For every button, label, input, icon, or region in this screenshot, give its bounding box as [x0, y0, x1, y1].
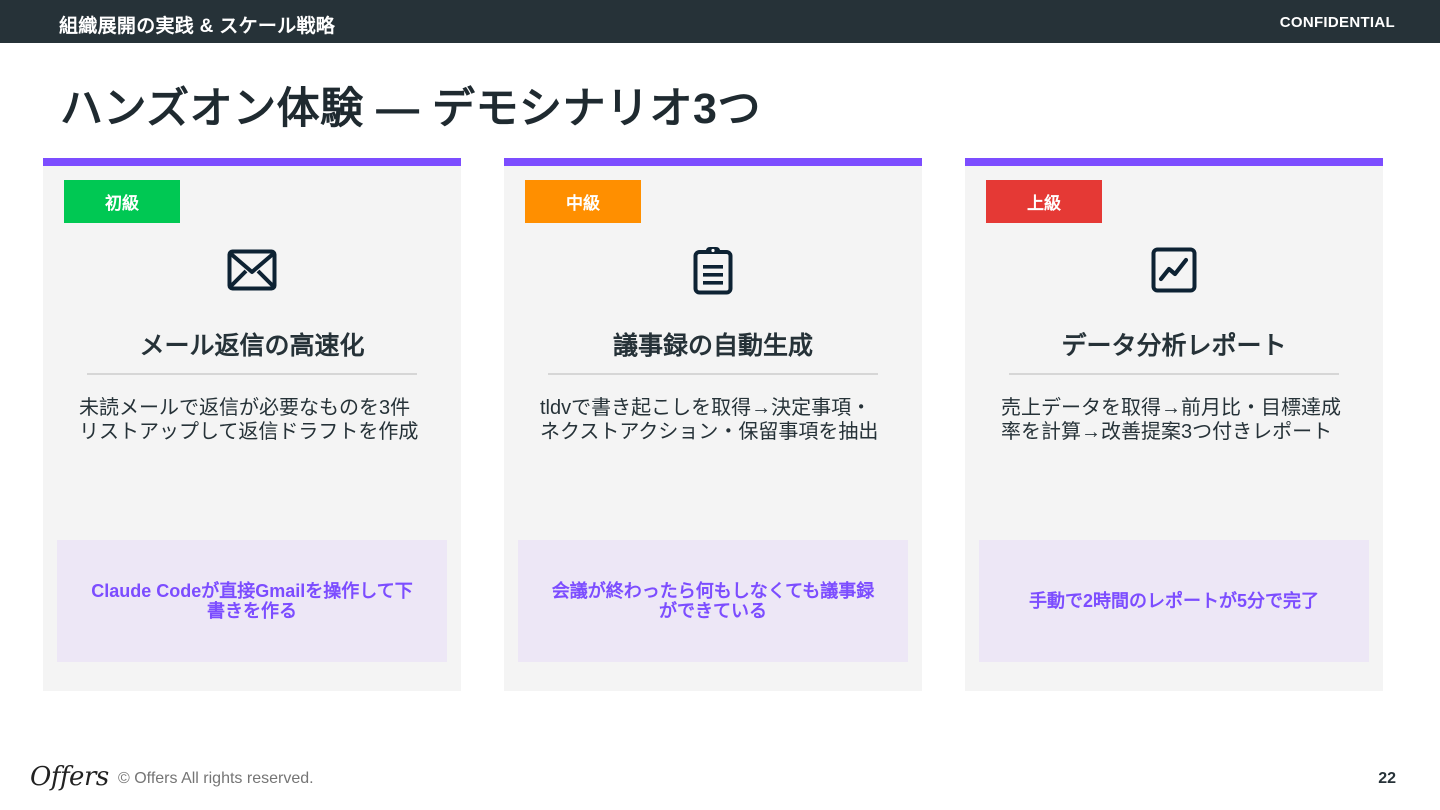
card-result-text: Claude Codeが直接Gmailを操作して下書きを作る [91, 581, 413, 621]
page-number: 22 [1378, 770, 1396, 787]
section-title: 組織展開の実践 & スケール戦略 [59, 16, 336, 37]
envelope-icon [224, 242, 280, 298]
clipboard-icon [685, 242, 741, 298]
card-description: 売上データを取得→前月比・目標達成 率を計算→改善提案3つ付きレポート [1001, 396, 1347, 444]
level-badge: 上級 [986, 180, 1102, 223]
card-result-text: 会議が終わったら何もしなくても議事録ができている [551, 581, 875, 621]
card-divider [87, 373, 417, 375]
card-description-line: リストアップして返信ドラフトを作成 [79, 421, 419, 443]
card-description-line: 率を計算→改善提案3つ付きレポート [1001, 421, 1333, 443]
demo-card-beginner: 初級 メール返信の高速化 未読メールで返信が必要なものを3件 リストアップして返… [43, 158, 461, 691]
chart-line-icon [1146, 242, 1202, 298]
card-result-text: 手動で2時間のレポートが5分で完了 [1028, 591, 1320, 611]
card-description: tldvで書き起こしを取得→決定事項・ ネクストアクション・保留事項を抽出 [540, 396, 886, 444]
card-divider [548, 373, 878, 375]
top-header-bar: 組織展開の実践 & スケール戦略 CONFIDENTIAL [0, 0, 1440, 43]
card-result: 手動で2時間のレポートが5分で完了 [979, 540, 1369, 662]
card-description-line: 未読メールで返信が必要なものを3件 [79, 397, 411, 419]
demo-card-advanced: 上級 データ分析レポート 売上データを取得→前月比・目標達成 率を計算→改善提案… [965, 158, 1383, 691]
card-description-line: 売上データを取得→前月比・目標達成 [1001, 397, 1341, 419]
confidential-label: CONFIDENTIAL [1279, 14, 1395, 31]
card-title: データ分析レポート [1061, 332, 1287, 360]
demo-card-intermediate: 中級 議事録の自動生成 tldvで書き起こしを取得→決定事項・ ネクストアクショ… [504, 158, 922, 691]
card-description: 未読メールで返信が必要なものを3件 リストアップして返信ドラフトを作成 [79, 396, 425, 444]
level-badge: 初級 [64, 180, 180, 223]
card-result: Claude Codeが直接Gmailを操作して下書きを作る [57, 540, 447, 662]
card-description-line: ネクストアクション・保留事項を抽出 [540, 421, 879, 443]
level-badge: 中級 [525, 180, 641, 223]
card-description-line: tldvで書き起こしを取得→決定事項・ [540, 397, 872, 419]
card-title: 議事録の自動生成 [612, 332, 813, 360]
copyright-text: © Offers All rights reserved. [118, 770, 314, 787]
card-result: 会議が終わったら何もしなくても議事録ができている [518, 540, 908, 662]
page-title: ハンズオン体験 — デモシナリオ3つ [60, 85, 761, 133]
card-divider [1009, 373, 1339, 375]
card-title: メール返信の高速化 [139, 332, 365, 360]
offers-logo: Offers [30, 762, 109, 792]
